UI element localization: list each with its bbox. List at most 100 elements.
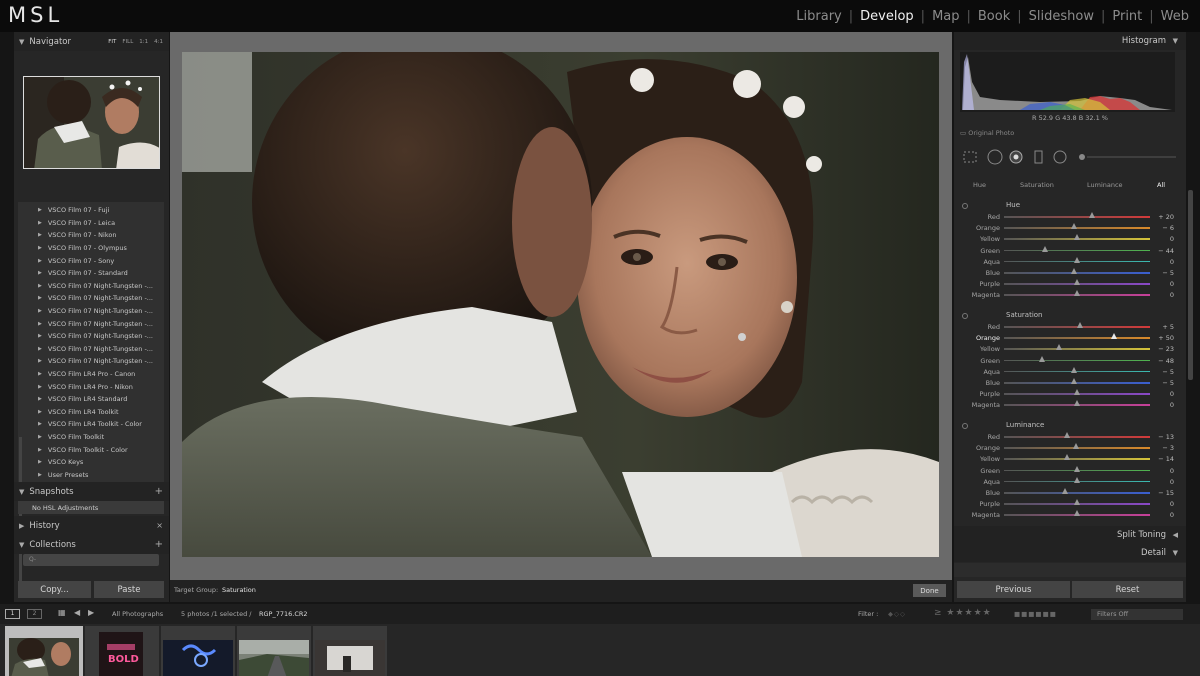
star-rating-filter-icon[interactable]: ≥ ★★★★★ (934, 608, 992, 618)
preset-folder[interactable]: ▶ VSCO Film 07 - Olympus (18, 242, 164, 255)
navigator-preview[interactable] (23, 76, 160, 169)
preset-folder[interactable]: ▶ VSCO Film 07 Night-Tungsten -... (18, 305, 164, 318)
paste-settings-button[interactable]: Paste (94, 581, 164, 598)
slider-value[interactable]: − 5 (1152, 379, 1174, 387)
zoom-1-1[interactable]: 1:1 (139, 39, 148, 45)
slider-value[interactable]: 0 (1152, 390, 1174, 398)
tab-all[interactable]: All (1157, 181, 1165, 189)
history-header[interactable]: ▶ History × (14, 516, 169, 535)
slider-value[interactable]: 0 (1152, 291, 1174, 299)
slider-track[interactable] (1004, 458, 1150, 460)
preset-folder[interactable]: ▶ VSCO Film Toolkit (18, 431, 164, 444)
preset-folder[interactable]: ▶ VSCO Film LR4 Pro - Nikon (18, 380, 164, 393)
zoom-fill[interactable]: FILL (122, 39, 133, 45)
slider-knob[interactable] (1074, 389, 1080, 396)
slider-knob[interactable] (1071, 378, 1078, 384)
slider-value[interactable]: + 20 (1152, 213, 1174, 221)
slider-value[interactable]: 0 (1152, 258, 1174, 266)
slider-knob[interactable] (1056, 344, 1063, 351)
slider-knob[interactable] (1074, 256, 1080, 263)
histogram-header[interactable]: Histogram ▼ (954, 32, 1186, 50)
preset-folder[interactable]: ▶ VSCO Film Toolkit - Color (18, 443, 164, 456)
preset-folder[interactable]: ▶ VSCO Film 07 Night-Tungsten -... (18, 317, 164, 330)
grid-view-icon[interactable]: ▦ (58, 608, 66, 617)
slider-track[interactable] (1004, 337, 1150, 339)
tab-saturation[interactable]: Saturation (1020, 181, 1054, 189)
thumbnail-neon-sign-blue[interactable] (161, 626, 235, 676)
histogram-graph[interactable] (960, 52, 1175, 112)
main-photo[interactable] (182, 52, 939, 557)
preset-folder[interactable]: ▶ VSCO Film 07 - Nikon (18, 229, 164, 242)
module-library[interactable]: Library (789, 9, 848, 24)
slider-knob[interactable] (1071, 223, 1078, 230)
preset-folder[interactable]: ▶ VSCO Film LR4 Toolkit - Color (18, 418, 164, 431)
collections-search-input[interactable]: Q- (23, 554, 159, 566)
targeted-adjustment-tool-icon[interactable] (962, 313, 968, 319)
slider-value[interactable]: + 50 (1152, 334, 1174, 342)
preset-folder[interactable]: ▶ VSCO Film 07 Night-Tungsten -... (18, 280, 164, 293)
slider-knob[interactable] (1072, 443, 1079, 450)
slider-knob[interactable] (1062, 488, 1069, 494)
slider-value[interactable]: 0 (1152, 500, 1174, 508)
slider-knob[interactable] (1074, 279, 1080, 286)
thumbnail-window-interior[interactable] (313, 626, 387, 676)
source-label[interactable]: All Photographs (112, 610, 163, 618)
slider-knob[interactable] (1074, 510, 1080, 517)
preset-folder[interactable]: ▶ VSCO Film 07 Night-Tungsten -... (18, 292, 164, 305)
slider-value[interactable]: − 14 (1152, 455, 1174, 463)
slider-value[interactable]: − 3 (1152, 444, 1174, 452)
target-group-select[interactable]: Saturation (222, 586, 256, 594)
preset-folder[interactable]: ▶ VSCO Keys (18, 456, 164, 469)
flag-filter-icons[interactable]: ◆◇◇ (888, 610, 906, 618)
preset-folder[interactable]: ▶ VSCO Film LR4 Pro - Canon (18, 368, 164, 381)
slider-track[interactable] (1004, 492, 1150, 494)
preset-folder[interactable]: ▶ User Presets (18, 469, 164, 482)
thumbnail-couple-photo[interactable] (5, 626, 83, 676)
slider-knob[interactable] (1038, 355, 1045, 362)
slider-knob[interactable] (1063, 454, 1070, 461)
right-panel-scrollbar[interactable] (1188, 190, 1193, 380)
module-develop[interactable]: Develop (853, 9, 921, 24)
slider-value[interactable]: − 23 (1152, 345, 1174, 353)
slider-value[interactable]: − 48 (1152, 357, 1174, 365)
slider-knob[interactable] (1041, 245, 1048, 252)
second-window-button[interactable]: 2 (27, 609, 42, 619)
slider-value[interactable]: 0 (1152, 401, 1174, 409)
thumbnail-neon-bold-sign[interactable]: BOLD (85, 626, 159, 676)
module-slideshow[interactable]: Slideshow (1022, 9, 1101, 24)
preset-folder[interactable]: ▶ VSCO Film 07 Night-Tungsten -... (18, 330, 164, 343)
slider-value[interactable]: + 5 (1152, 323, 1174, 331)
module-print[interactable]: Print (1105, 9, 1149, 24)
zoom-fit[interactable]: FIT (108, 39, 116, 45)
navigator-header[interactable]: ▼ Navigator FIT FILL 1:1 4:1 (14, 32, 169, 51)
collections-header[interactable]: ▼ Collections + (14, 535, 169, 554)
add-collection-icon[interactable]: + (155, 539, 163, 550)
thumbnail-road-landscape[interactable] (237, 626, 311, 676)
main-window-button[interactable]: 1 (5, 609, 20, 619)
slider-knob[interactable] (1071, 366, 1078, 373)
slider-value[interactable]: 0 (1152, 235, 1174, 243)
targeted-adjustment-tool-icon[interactable] (962, 423, 968, 429)
zoom-4-1[interactable]: 4:1 (154, 39, 163, 45)
preset-folder[interactable]: ▶ VSCO Film LR4 Toolkit (18, 406, 164, 419)
slider-knob[interactable] (1110, 333, 1117, 340)
slider-knob[interactable] (1074, 290, 1080, 297)
clear-history-icon[interactable]: × (156, 521, 163, 530)
add-snapshot-icon[interactable]: + (155, 486, 163, 497)
slider-track[interactable] (1004, 216, 1150, 218)
snapshots-header[interactable]: ▼ Snapshots + (14, 482, 169, 501)
targeted-adjustment-tool-icon[interactable] (962, 203, 968, 209)
preset-folder[interactable]: ▶ VSCO Film 07 - Sony (18, 254, 164, 267)
previous-button[interactable]: Previous (957, 581, 1070, 598)
done-button[interactable]: Done (913, 584, 946, 597)
preset-folder[interactable]: ▶ VSCO Film 07 - Fuji (18, 204, 164, 217)
slider-knob[interactable] (1088, 212, 1095, 218)
copy-settings-button[interactable]: Copy... (18, 581, 91, 598)
filters-off-select[interactable]: Filters Off (1091, 609, 1183, 620)
slider-knob[interactable] (1071, 268, 1078, 274)
tab-luminance[interactable]: Luminance (1087, 181, 1123, 189)
slider-knob[interactable] (1074, 499, 1080, 506)
color-label-filter-icons[interactable]: ■■■■■■ (1014, 610, 1057, 618)
back-arrow-icon[interactable]: ◀ (74, 608, 80, 617)
slider-value[interactable]: 0 (1152, 467, 1174, 475)
